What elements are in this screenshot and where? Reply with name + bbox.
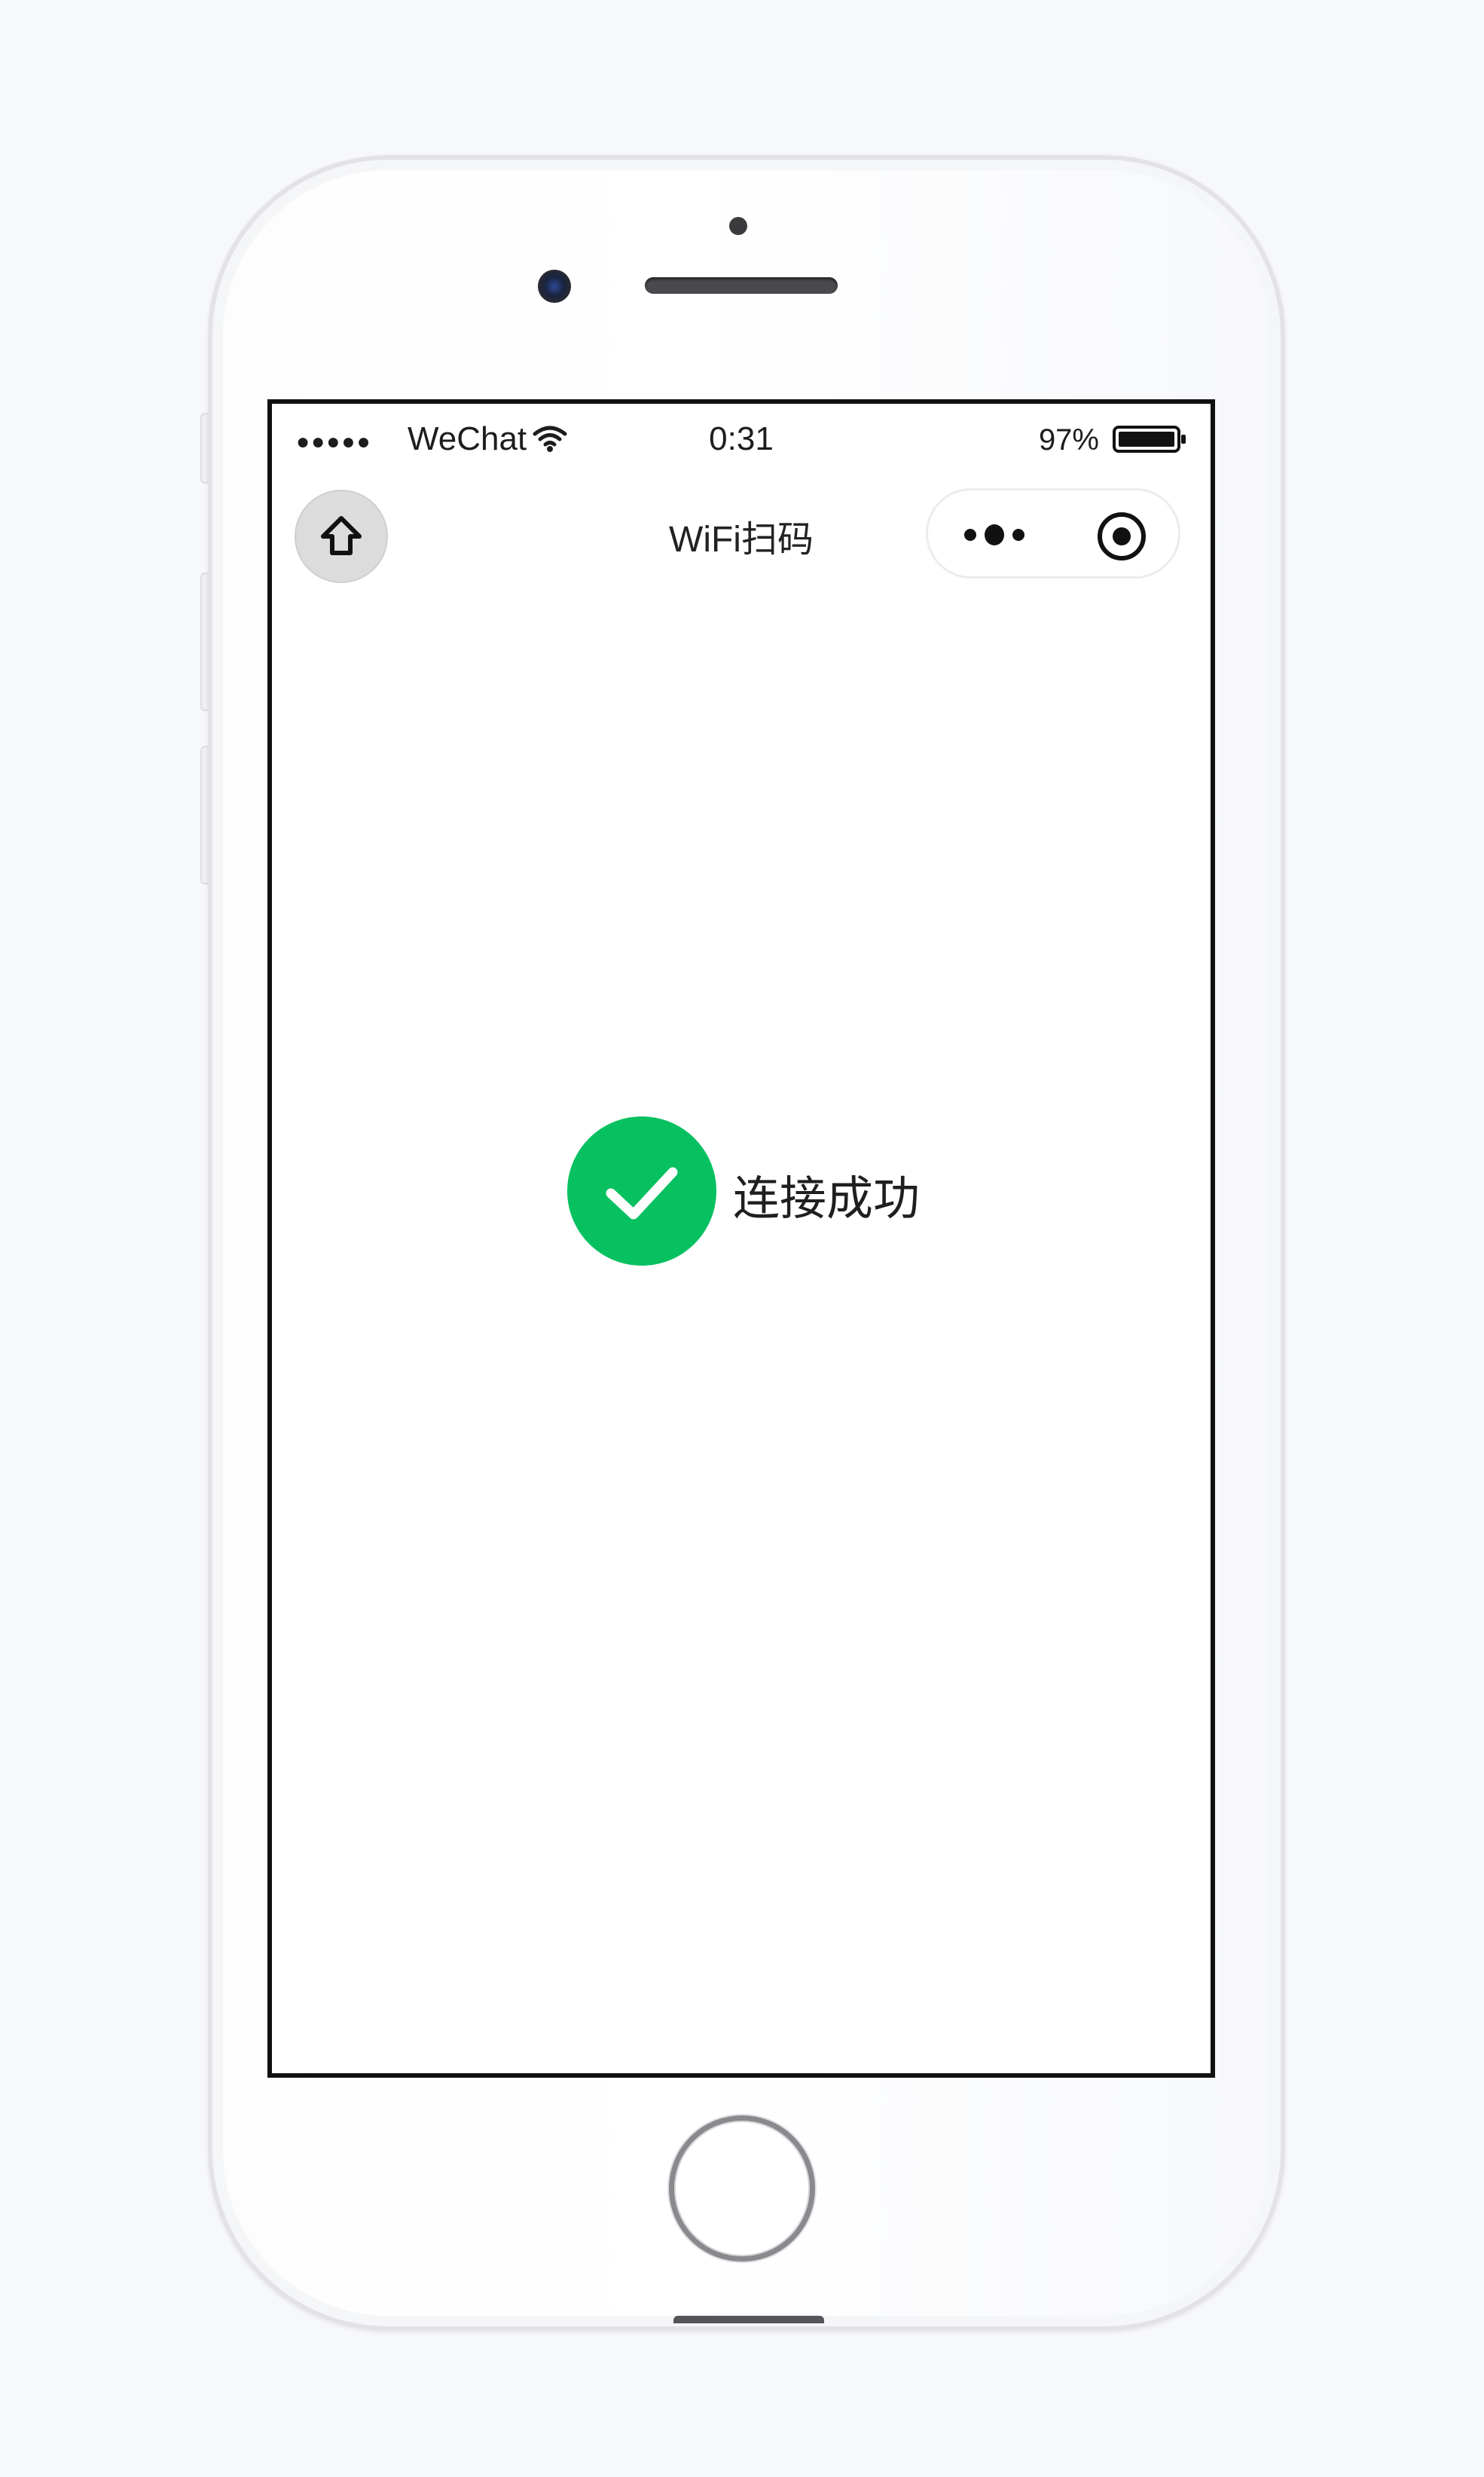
- earpiece-speaker: [645, 277, 838, 294]
- proximity-sensor: [729, 217, 747, 235]
- result-area: 连接成功: [272, 404, 1211, 2073]
- hardware-home-button: [669, 2115, 815, 2262]
- phone-screen: ●●●●● WeChat 0:31 97% WiFi扫码 连接成功: [267, 399, 1215, 2078]
- bottom-port: [673, 2316, 824, 2323]
- result-message: 连接成功: [733, 1171, 921, 1226]
- success-badge: [567, 1116, 716, 1266]
- front-camera: [538, 270, 571, 303]
- checkmark-icon: [606, 1167, 678, 1220]
- device-mockup: ●●●●● WeChat 0:31 97% WiFi扫码 连接成功: [0, 0, 1484, 2477]
